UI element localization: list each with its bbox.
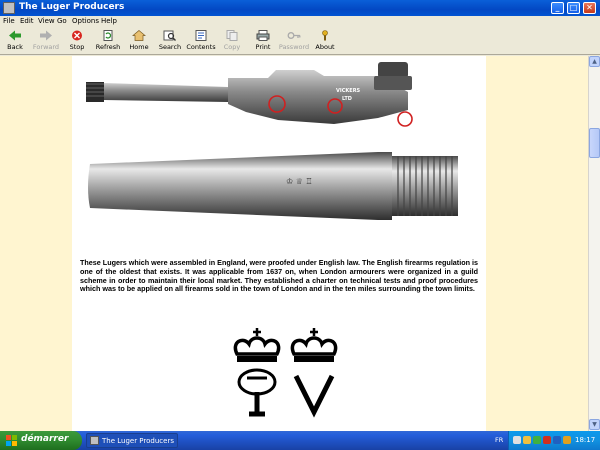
windows-flag-icon xyxy=(6,435,17,446)
search-button[interactable]: Search xyxy=(153,29,187,55)
update-icon[interactable] xyxy=(563,436,571,444)
menu-go[interactable]: Go xyxy=(57,17,67,25)
proof-mark-v xyxy=(290,328,338,418)
page-body: VICKERS LTD ♔ ♕ ♖ These Lugers which wer… xyxy=(72,56,486,431)
toolbar: Back Forward Stop Refresh Home Search Co… xyxy=(0,28,600,55)
home-button[interactable]: Home xyxy=(122,29,156,55)
menu-options[interactable]: Options xyxy=(72,17,99,25)
vertical-scrollbar[interactable]: ▲ ▼ xyxy=(588,56,600,431)
close-button[interactable]: ✕ xyxy=(583,2,596,14)
contents-icon xyxy=(195,30,207,41)
scroll-up-button[interactable]: ▲ xyxy=(589,56,600,67)
language-indicator[interactable]: FR xyxy=(495,436,503,444)
password-button[interactable]: Password xyxy=(277,29,311,55)
start-button[interactable]: démarrer xyxy=(0,431,82,450)
menu-bar: File Edit View Go Options Help xyxy=(0,16,600,28)
luger-barrel-image: ♔ ♕ ♖ xyxy=(88,152,458,220)
svg-text:LTD: LTD xyxy=(342,96,352,102)
stop-icon xyxy=(72,30,82,41)
barrel-proof-marks: ♔ ♕ ♖ xyxy=(286,177,313,186)
scroll-thumb[interactable] xyxy=(589,128,600,158)
maximize-button[interactable]: □ xyxy=(567,2,580,14)
marking-circle-3 xyxy=(397,111,413,127)
refresh-icon xyxy=(103,30,113,41)
messenger-icon[interactable] xyxy=(553,436,561,444)
app-icon xyxy=(90,436,99,445)
key-icon xyxy=(287,32,301,39)
crown-icon xyxy=(233,328,281,362)
forward-arrow-icon xyxy=(40,30,52,41)
volume-icon[interactable] xyxy=(523,436,531,444)
about-icon xyxy=(322,30,328,41)
antivirus-icon[interactable] xyxy=(543,436,551,444)
taskbar-item-luger-producers[interactable]: The Luger Producers xyxy=(86,433,178,448)
print-icon xyxy=(256,30,270,41)
menu-file[interactable]: File xyxy=(3,17,15,25)
scroll-down-button[interactable]: ▼ xyxy=(589,419,600,430)
back-arrow-icon xyxy=(9,30,21,41)
refresh-button[interactable]: Refresh xyxy=(91,29,125,55)
taskbar: démarrer The Luger Producers FR 18:17 xyxy=(0,431,600,450)
article-paragraph: These Lugers which were assembled in Eng… xyxy=(80,258,478,294)
menu-edit[interactable]: Edit xyxy=(20,17,34,25)
system-tray: FR 18:17 xyxy=(495,431,600,450)
copy-icon xyxy=(226,30,238,41)
app-icon xyxy=(3,2,15,14)
vickers-marking: VICKERS xyxy=(336,88,361,94)
contents-button[interactable]: Contents xyxy=(184,29,218,55)
about-button[interactable]: About xyxy=(308,29,342,55)
menu-help[interactable]: Help xyxy=(101,17,117,25)
title-bar: The Luger Producers _ □ ✕ xyxy=(0,0,600,16)
clock: 18:17 xyxy=(575,436,596,444)
stop-button[interactable]: Stop xyxy=(60,29,94,55)
content-area: VICKERS LTD ♔ ♕ ♖ These Lugers which wer… xyxy=(0,56,588,431)
luger-pistol-image: VICKERS LTD xyxy=(86,62,413,127)
network-icon[interactable] xyxy=(513,436,521,444)
forward-button[interactable]: Forward xyxy=(29,29,63,55)
home-icon xyxy=(132,30,146,41)
copy-button[interactable]: Copy xyxy=(215,29,249,55)
window-title: The Luger Producers xyxy=(19,2,125,12)
security-icon[interactable] xyxy=(533,436,541,444)
menu-view[interactable]: View xyxy=(38,17,55,25)
search-icon xyxy=(163,30,176,41)
print-button[interactable]: Print xyxy=(246,29,280,55)
crown-icon xyxy=(290,328,338,362)
minimize-button[interactable]: _ xyxy=(551,2,564,14)
back-button[interactable]: Back xyxy=(0,29,32,55)
